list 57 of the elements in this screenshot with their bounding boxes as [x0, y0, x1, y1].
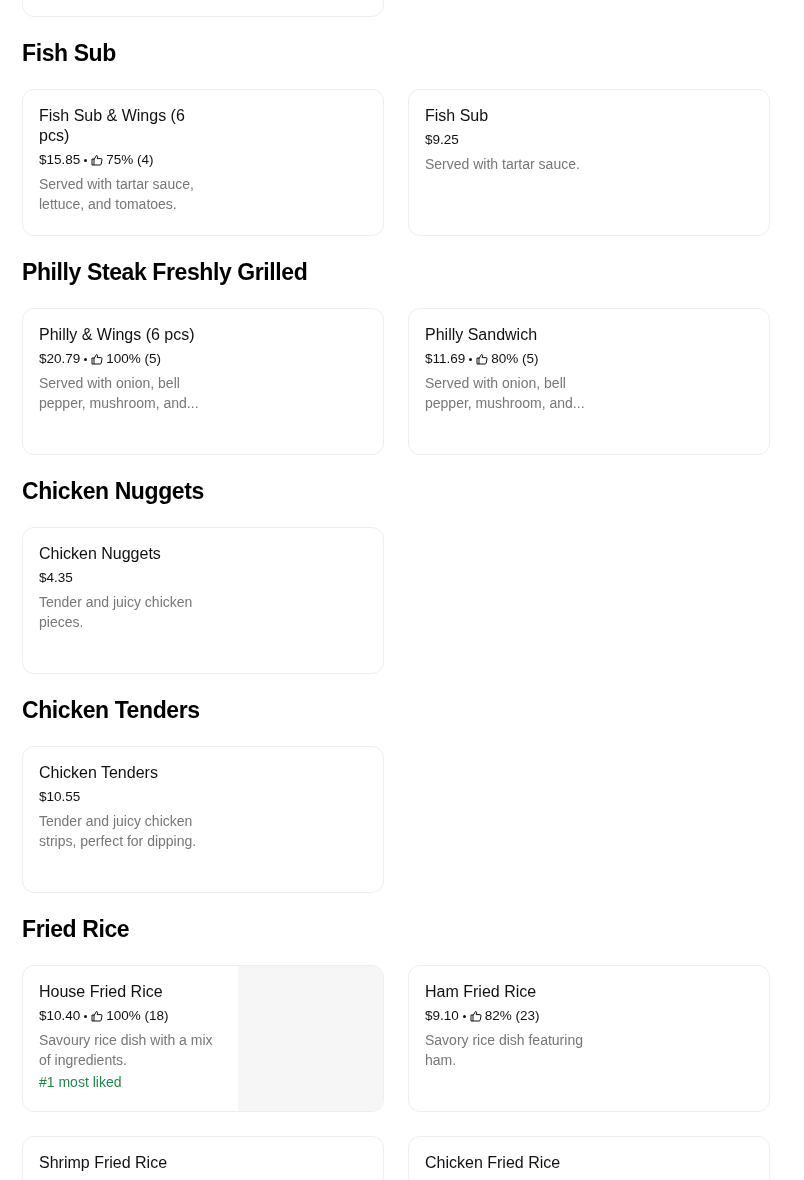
menu-item-card[interactable]: Chicken Tenders $10.55 Tender and juicy chicken strips, perfect for dipping. — [22, 746, 384, 893]
menu-item-card[interactable]: Chicken Nuggets $4.35 Tender and juicy chicken pieces. — [22, 527, 384, 674]
menu-item-card[interactable]: House Fried Rice $10.40 100% (18) Savoury rice dish with a mix of ingredients. #1 most liked — [22, 965, 384, 1112]
item-description: Savoury rice dish with a mix of ingredients. — [39, 1031, 214, 1070]
item-rating: 80% (5) — [491, 350, 539, 368]
separator-dot-icon — [84, 1014, 88, 1018]
item-description: Served with onion, bell pepper, mushroom, and... — [39, 374, 200, 413]
thumbs-up-icon — [91, 154, 104, 166]
item-price: $9.25 — [425, 131, 459, 149]
item-name: Shrimp Fried Rice — [39, 1153, 169, 1173]
section-heading: Fried Rice — [22, 915, 131, 944]
item-name: Chicken Fried Rice — [425, 1153, 562, 1173]
item-price: $4.35 — [39, 569, 73, 587]
item-name: Philly Sandwich — [425, 325, 539, 345]
item-name: House Fried Rice — [39, 982, 164, 1002]
thumbs-up-icon — [91, 353, 104, 365]
item-price: $20.79 — [39, 350, 81, 368]
thumbs-up-icon — [469, 1010, 482, 1022]
item-description: Served with tartar sauce, lettuce, and tomatoes. — [39, 175, 195, 214]
item-rating: 100% (18) — [106, 1007, 169, 1025]
item-price: $11.69 — [425, 350, 466, 368]
menu-item-card[interactable]: Ham Fried Rice $9.10 82% (23) Savory rice dish featuring ham. — [408, 965, 770, 1112]
menu-item-card[interactable]: Shrimp Fried Rice — [22, 1136, 384, 1180]
item-name: Chicken Tenders — [39, 763, 159, 783]
item-description: Savory rice dish featuring ham. — [425, 1031, 584, 1070]
thumbs-up-icon — [91, 1010, 104, 1022]
item-price: $9.10 — [425, 1007, 459, 1025]
menu-item-card[interactable]: Philly Sandwich $11.69 80% (5) Served with onion, bell pepper, mushroom, and... — [408, 308, 770, 455]
menu-item-card[interactable]: Chicken Fried Rice — [408, 1136, 770, 1180]
item-description: Served with tartar sauce. — [425, 155, 581, 174]
item-price: $10.40 — [39, 1007, 81, 1025]
item-name: Fish Sub — [425, 106, 490, 126]
item-price: $15.85 — [39, 151, 81, 169]
menu-item-card[interactable]: Fish Sub $9.25 Served with tartar sauce. — [408, 89, 770, 236]
separator-dot-icon — [469, 357, 473, 361]
item-rating: 82% (23) — [484, 1007, 540, 1025]
item-rating: 100% (5) — [106, 350, 162, 368]
section-heading: Chicken Nuggets — [22, 477, 205, 506]
item-name: Chicken Nuggets — [39, 544, 162, 564]
item-description: Served with onion, bell pepper, mushroom, and... — [425, 374, 586, 413]
item-name: Fish Sub & Wings (6 pcs) — [39, 106, 186, 146]
separator-dot-icon — [462, 1014, 466, 1018]
item-description: Tender and juicy chicken pieces. — [39, 593, 194, 632]
item-name: Philly & Wings (6 pcs) — [39, 325, 196, 345]
separator-dot-icon — [84, 158, 88, 162]
item-description: Tender and juicy chicken strips, perfect for dipping. — [39, 812, 198, 851]
section-heading: Chicken Tenders — [22, 696, 201, 725]
thumbs-up-icon — [476, 353, 489, 365]
item-name: Ham Fried Rice — [425, 982, 538, 1002]
item-rating: 75% (4) — [106, 151, 154, 169]
menu-item-card[interactable]: Philly & Wings (6 pcs) $20.79 100% (5) Served with onion, bell pepper, mushroom, and... — [22, 308, 384, 455]
section-heading: Philly Steak Freshly Grilled — [22, 258, 309, 287]
section-heading: Fish Sub — [22, 39, 117, 68]
menu-item-card[interactable]: Fish Sub & Wings (6 pcs) $15.85 75% (4) Served with tartar sauce, lettuce, and tomatoes. — [22, 89, 384, 236]
popularity-label: #1 most liked — [39, 1073, 123, 1092]
separator-dot-icon — [84, 357, 88, 361]
item-price: $10.55 — [39, 788, 81, 806]
